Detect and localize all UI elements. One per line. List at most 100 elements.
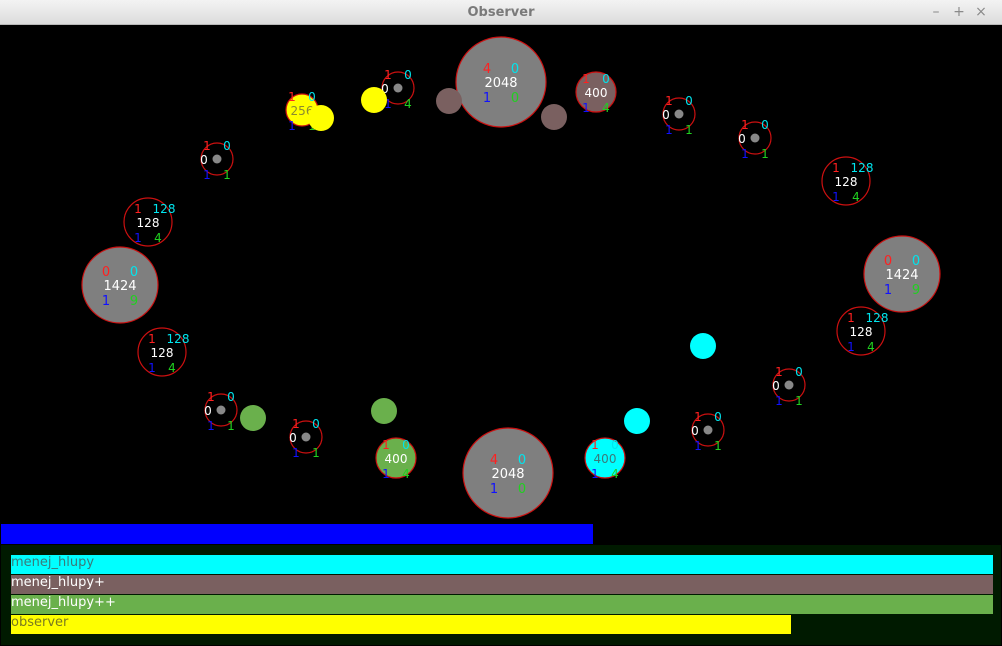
- cell-green-value: 1: [714, 439, 722, 453]
- cell-green-value: 1: [761, 147, 769, 161]
- minimize-button[interactable]: –: [925, 0, 947, 25]
- cell-attack-value: 0: [102, 265, 110, 280]
- cell-blue-value: 1: [288, 119, 296, 133]
- unit-menej_hlupy_plus[interactable]: [541, 104, 567, 130]
- unit-menej_hlupy[interactable]: [624, 408, 650, 434]
- cell-blue-value: 1: [741, 147, 749, 161]
- cell-value: 2048: [484, 76, 517, 91]
- cell-top-big[interactable]: 4 020481 0: [455, 36, 547, 128]
- unit-menej_hlupy_plusplus[interactable]: [240, 405, 266, 431]
- cell-cyan-value: 0: [714, 410, 722, 424]
- cell-blue-value: 1: [847, 340, 855, 354]
- cell-attack-value: 1: [847, 311, 855, 325]
- cell-cyan-value: 0: [223, 139, 231, 153]
- close-button[interactable]: ×: [970, 0, 992, 25]
- unit-observer[interactable]: [308, 105, 334, 131]
- cell-green-value: 9: [130, 294, 138, 309]
- unit-menej_hlupy[interactable]: [690, 333, 716, 359]
- cell-blue-value: 1: [207, 419, 215, 433]
- cell-cyan-value: 0: [511, 62, 519, 77]
- cell-s2[interactable]: 1 001 1: [662, 94, 696, 137]
- cell-green-value: 4: [852, 190, 860, 204]
- cell-value: 2048: [491, 467, 524, 482]
- cell-left-big[interactable]: 0 014241 9: [81, 246, 159, 324]
- cell-cyan-value: 128: [851, 161, 874, 175]
- cell-green-value: 4: [168, 361, 176, 375]
- player-bar: menej_hlupy: [11, 555, 993, 574]
- cell-cyan-value: 128: [167, 332, 190, 346]
- cell-blue-value: 1: [490, 482, 498, 497]
- cell-cyan-value: 0: [312, 417, 320, 431]
- cell-attack-value: 0: [884, 254, 892, 269]
- cell-attack-value: 1: [134, 202, 142, 216]
- cell-blue-value: 1: [775, 394, 783, 408]
- cell-green-value: 1: [312, 446, 320, 460]
- cell-green-value: 1: [795, 394, 803, 408]
- cell-value: 1424: [103, 279, 136, 294]
- cell-blue-value: 1: [292, 446, 300, 460]
- cell-cyan-value: 0: [602, 72, 610, 86]
- cell-core: [216, 405, 226, 415]
- player-bar: menej_hlupy++: [11, 595, 993, 614]
- unit-observer[interactable]: [361, 87, 387, 113]
- cell-right-big[interactable]: 0 014241 9: [863, 235, 941, 313]
- cell-value: 128: [151, 346, 174, 360]
- cell-value: 0: [691, 424, 699, 438]
- cell-green-value: 4: [404, 97, 412, 111]
- cell-m2[interactable]: 1 1281281 4: [821, 156, 874, 206]
- player-name: menej_hlupy: [11, 555, 95, 570]
- cell-blue-value: 1: [832, 190, 840, 204]
- cell-attack-value: 1: [832, 161, 840, 175]
- player-panel: menej_hlupy menej_hlupy+ menej_hlupy++ obse…: [1, 545, 1001, 645]
- cell-s6[interactable]: 1 001 1: [289, 417, 323, 460]
- cell-s3[interactable]: 1 001 1: [738, 118, 772, 161]
- unit-menej_hlupy_plusplus[interactable]: [371, 398, 397, 424]
- cell-attack-value: 1: [148, 332, 156, 346]
- cell-value: 1424: [885, 268, 918, 283]
- cell-m1[interactable]: 1 1281281 4: [123, 197, 175, 247]
- cell-attack-value: 4: [490, 453, 498, 468]
- player-name: menej_hlupy++: [11, 595, 116, 610]
- cell-core: [703, 425, 713, 435]
- cell-cyan-value: 0: [518, 453, 526, 468]
- cell-attack-value: 1: [288, 90, 296, 104]
- cell-core: [674, 109, 684, 119]
- cell-green-value: 0: [518, 482, 526, 497]
- cell-value: 128: [850, 325, 873, 339]
- cell-cyan-value: 0: [404, 68, 412, 82]
- title-bar[interactable]: Observer – + ×: [0, 0, 1002, 25]
- cell-s5[interactable]: 1 001 1: [204, 390, 238, 433]
- cell-s7[interactable]: 1 001 1: [772, 365, 806, 408]
- cell-cyan-value: 0: [308, 90, 316, 104]
- cell-green-400[interactable]: 1 04001 4: [375, 437, 417, 481]
- cell-m3[interactable]: 1 1281281 4: [137, 327, 190, 377]
- cell-value: 0: [772, 379, 780, 393]
- cell-brown-400[interactable]: 1 04001 4: [575, 71, 617, 115]
- cell-m4[interactable]: 1 1281281 4: [836, 306, 889, 356]
- cell-attack-value: 1: [207, 390, 215, 404]
- cell-core: [301, 432, 311, 442]
- cell-blue-value: 1: [148, 361, 156, 375]
- cell-s8[interactable]: 1 001 1: [691, 410, 725, 453]
- cell-blue-value: 1: [591, 467, 599, 481]
- cell-bottom-big[interactable]: 4 020481 0: [462, 427, 554, 519]
- maximize-button[interactable]: +: [948, 0, 970, 25]
- cell-blue-value: 1: [102, 294, 110, 309]
- cell-blue-value: 1: [382, 467, 390, 481]
- cell-cyan-value: 128: [866, 311, 889, 325]
- cell-attack-value: 4: [483, 62, 491, 77]
- cell-green-value: 1: [685, 123, 693, 137]
- cell-value: 0: [204, 404, 212, 418]
- cell-cyan-400[interactable]: 1 04001 4: [584, 437, 626, 481]
- cell-attack-value: 1: [292, 417, 300, 431]
- cell-value: 0: [200, 153, 208, 167]
- cell-value: 128: [835, 175, 858, 189]
- cell-core: [393, 83, 403, 93]
- game-board[interactable]: 4 0 2048 1 0 4 0 2048 1 0 0 0 1424 1 9 0 0 1424 1 9 1 0 400 1 4 1…: [1, 25, 1001, 545]
- player-bar: observer: [11, 615, 791, 634]
- cell-attack-value: 1: [741, 118, 749, 132]
- cell-s4[interactable]: 1 001 1: [200, 139, 234, 182]
- cell-value: 400: [594, 452, 617, 466]
- cell-cyan-value: 0: [912, 254, 920, 269]
- unit-menej_hlupy_plus[interactable]: [436, 88, 462, 114]
